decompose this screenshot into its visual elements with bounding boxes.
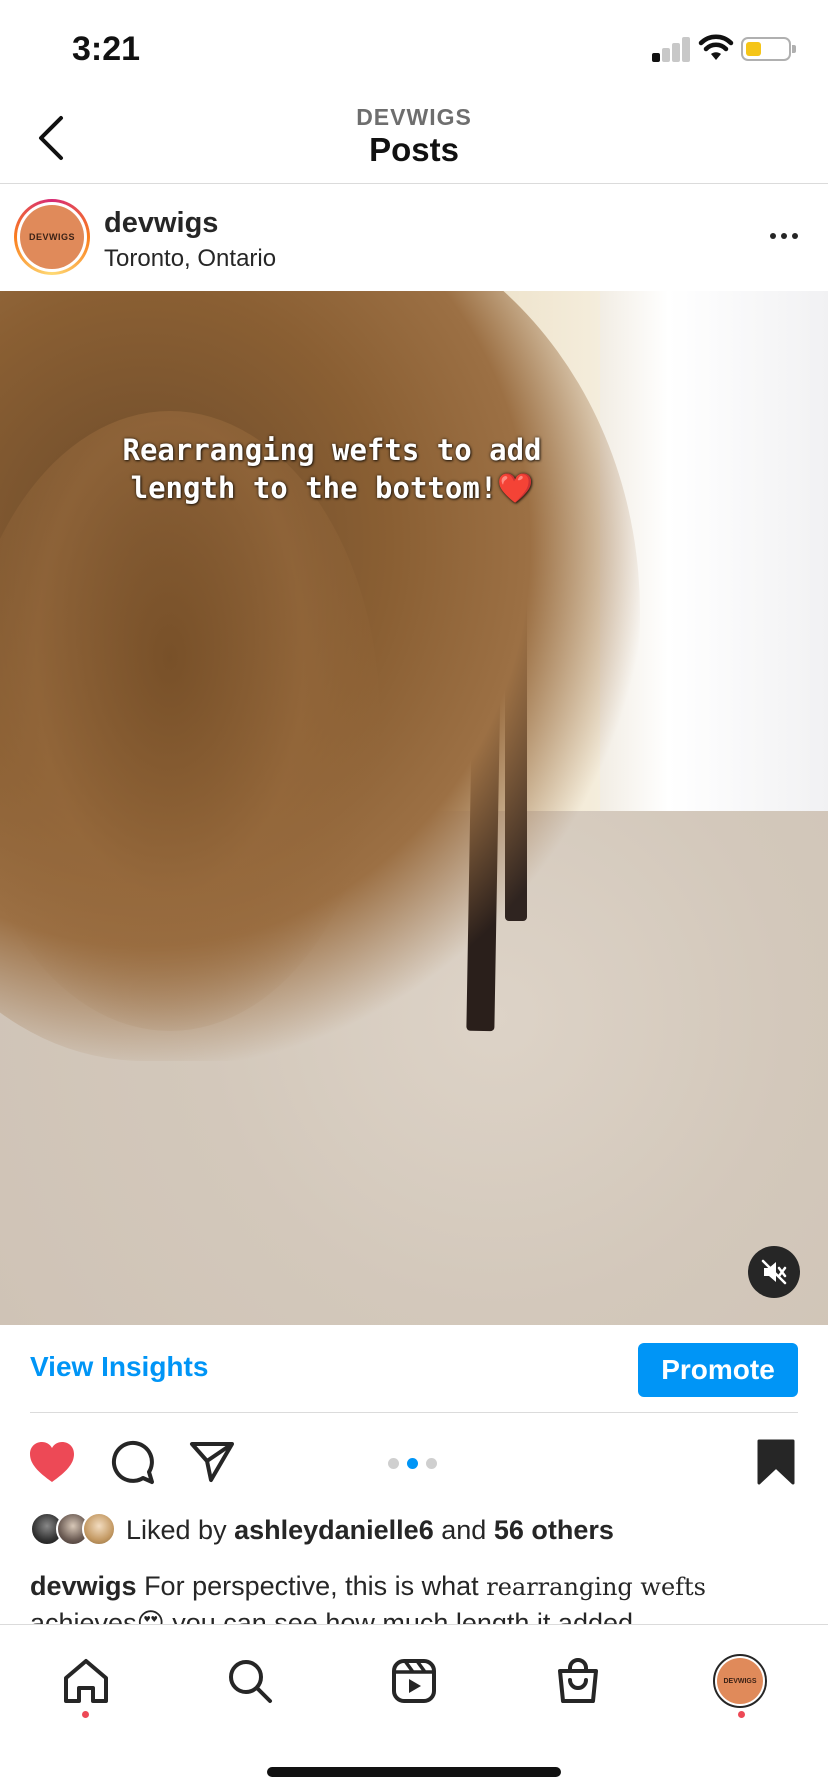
battery-icon <box>741 37 796 61</box>
post-username[interactable]: devwigs <box>104 207 218 240</box>
bottom-tab-bar: DEVWIGS <box>0 1624 828 1792</box>
mute-button[interactable] <box>748 1246 800 1298</box>
promote-button[interactable]: Promote <box>638 1343 798 1397</box>
tab-home[interactable] <box>56 1651 116 1711</box>
carousel-indicator <box>388 1458 437 1469</box>
like-button[interactable] <box>28 1438 76 1486</box>
tab-shop[interactable] <box>548 1651 608 1711</box>
status-bar: 3:21 <box>0 0 828 100</box>
speaker-muted-icon <box>761 1259 787 1285</box>
wifi-icon <box>698 34 734 60</box>
tab-reels[interactable] <box>384 1651 444 1711</box>
post-actions <box>0 1430 828 1494</box>
divider <box>30 1412 798 1413</box>
profile-notification-dot <box>738 1711 745 1718</box>
heart-filled-icon <box>30 1442 74 1482</box>
save-button[interactable] <box>752 1438 800 1486</box>
liker-avatar <box>82 1512 116 1546</box>
view-insights-link[interactable]: View Insights <box>30 1351 208 1383</box>
comment-icon <box>111 1440 154 1484</box>
avatar-logo: DEVWIGS <box>20 205 84 269</box>
home-icon <box>64 1659 108 1703</box>
home-indicator <box>267 1767 561 1777</box>
shop-bag-icon <box>558 1658 598 1703</box>
reels-icon <box>392 1659 436 1703</box>
overlay-line-1: Rearranging wefts to add <box>122 433 542 467</box>
caption-username[interactable]: devwigs <box>30 1571 137 1601</box>
nav-header: DEVWIGS Posts <box>0 100 828 184</box>
post-avatar[interactable]: DEVWIGS <box>14 199 90 275</box>
cellular-signal-icon <box>652 36 692 62</box>
post-media-video[interactable]: Rearranging wefts to add length to the b… <box>0 291 828 1325</box>
heart-emoji: ❤️ <box>497 471 534 505</box>
share-button[interactable] <box>188 1438 236 1486</box>
likes-connector: and <box>441 1514 487 1545</box>
profile-avatar: DEVWIGS <box>713 1654 767 1708</box>
home-notification-dot <box>82 1711 89 1718</box>
liker-username[interactable]: ashleydanielle6 <box>234 1515 434 1545</box>
overlay-line-2: length to the bottom!❤️ <box>72 469 592 507</box>
likes-prefix: Liked by <box>126 1514 227 1545</box>
post-location[interactable]: Toronto, Ontario <box>104 245 276 273</box>
insights-row: View Insights Promote <box>0 1325 828 1413</box>
more-options-button[interactable] <box>764 221 804 251</box>
post-caption: devwigs For perspective, this is what re… <box>30 1568 798 1626</box>
bookmark-filled-icon <box>757 1439 795 1485</box>
search-icon <box>229 1660 272 1703</box>
caption-styled-text: rearranging wefts <box>486 1573 706 1601</box>
status-time: 3:21 <box>72 30 141 68</box>
overlay-line-2-text: length to the bottom! <box>130 471 498 505</box>
carousel-dot <box>388 1458 399 1469</box>
likes-text: Liked by ashleydanielle6 and 56 others <box>126 1515 614 1546</box>
post-header: DEVWIGS devwigs Toronto, Ontario <box>0 185 828 291</box>
caption-text: For perspective, this is what <box>144 1571 479 1601</box>
likes-others[interactable]: 56 others <box>494 1515 614 1545</box>
comment-button[interactable] <box>108 1438 156 1486</box>
video-overlay-text: Rearranging wefts to add length to the b… <box>72 431 592 507</box>
header-account-name: DEVWIGS <box>356 104 472 130</box>
tab-search[interactable] <box>220 1651 280 1711</box>
tab-profile[interactable]: DEVWIGS <box>710 1651 770 1711</box>
liker-avatars <box>30 1512 118 1548</box>
page-title: Posts <box>369 131 459 168</box>
profile-avatar-logo: DEVWIGS <box>717 1658 763 1704</box>
likes-row[interactable]: Liked by ashleydanielle6 and 56 others <box>30 1510 614 1550</box>
carousel-dot-active <box>407 1458 418 1469</box>
send-icon <box>190 1442 234 1482</box>
carousel-dot <box>426 1458 437 1469</box>
caption-line-2: achieves😍 you can see how much length it… <box>30 1608 634 1626</box>
